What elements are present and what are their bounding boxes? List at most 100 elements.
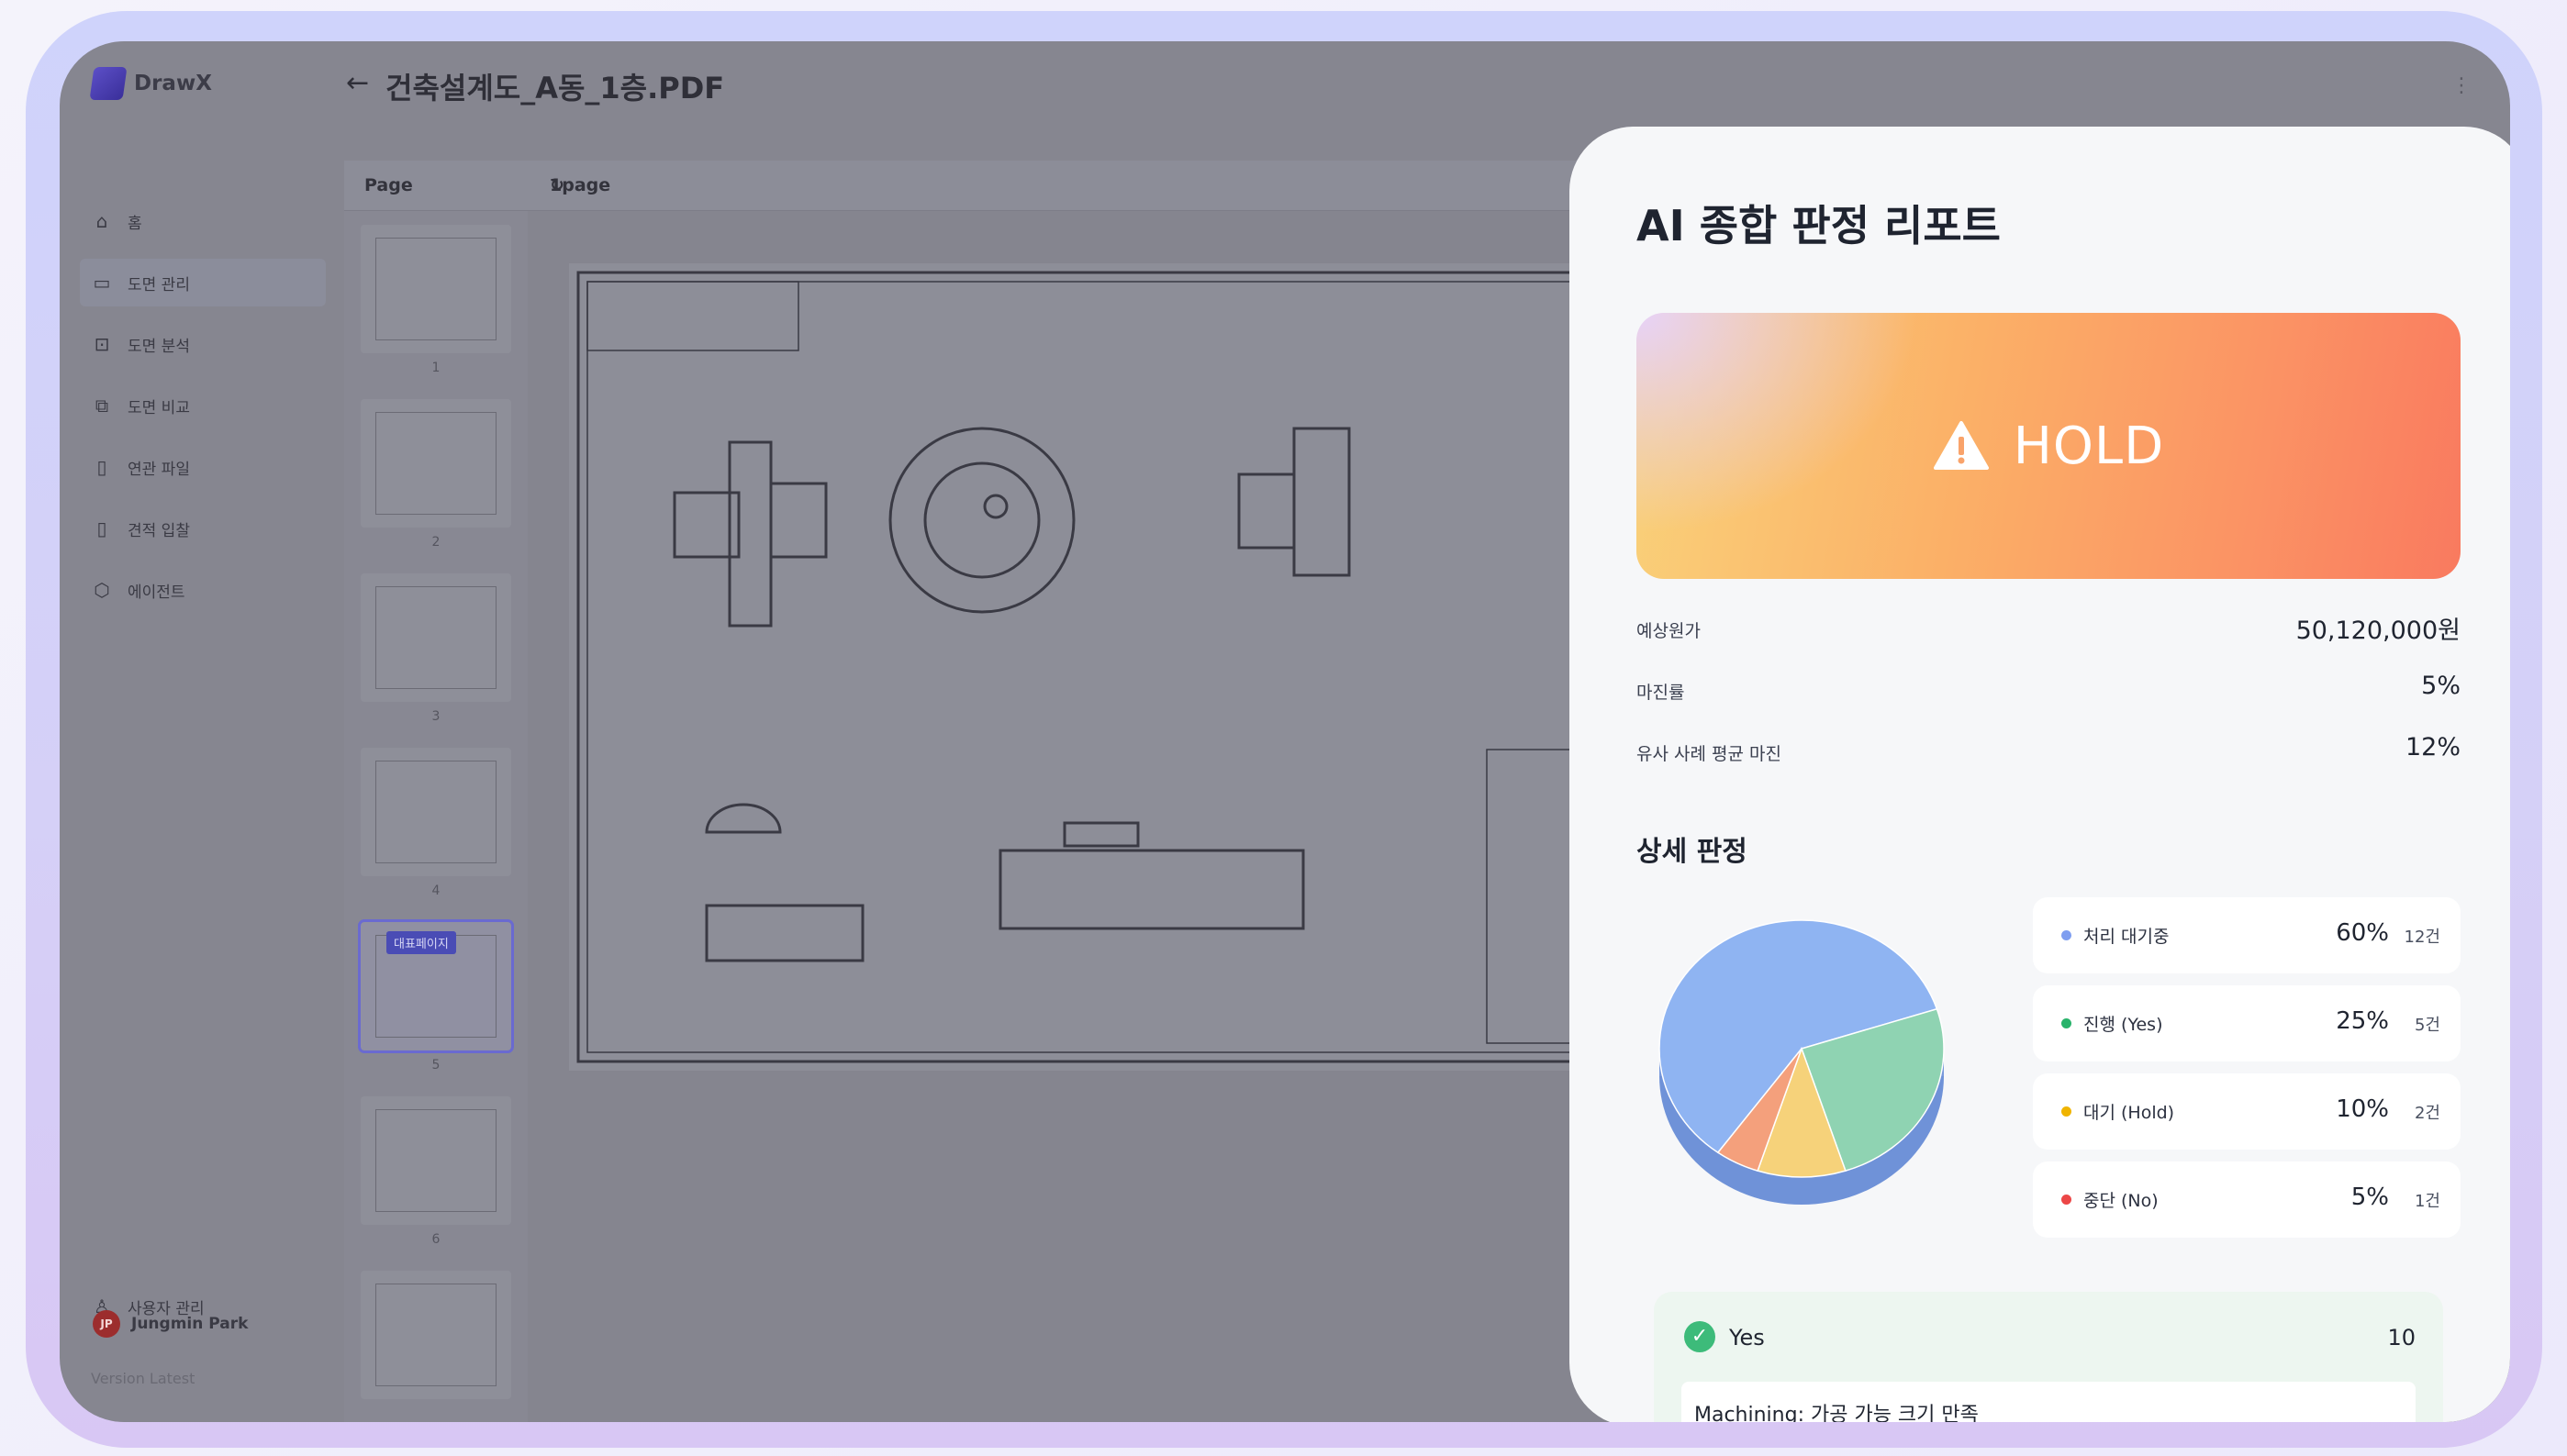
logo-icon <box>89 67 128 100</box>
thumbnail-number: 2 <box>431 535 441 550</box>
page-panel-header: Page <box>344 161 528 211</box>
user-name: Jungmin Park <box>131 1315 249 1333</box>
thumbnail-number: 5 <box>431 1058 441 1073</box>
ai-report-panel: AI 종합 판정 리포트 HOLD 예상원가 50,120,000원 마진률 5… <box>1569 127 2510 1422</box>
legend-dot <box>2061 930 2071 940</box>
status-banner: HOLD <box>1636 313 2461 579</box>
metric-estimated-cost: 예상원가 50,120,000원 <box>1636 608 2461 645</box>
page-thumbnail[interactable] <box>361 1271 511 1399</box>
legend-dot <box>2061 1106 2071 1117</box>
thumbnail-number: 3 <box>431 709 441 724</box>
sidebar: ⌂ 홈 ▭ 도면 관리 ⊡ 도면 분석 ⧉ 도면 비교 ▯ 연관 파일 ▯ 견적… <box>60 133 344 1422</box>
sidebar-item-label: 연관 파일 <box>128 460 190 479</box>
metric-label: 예상원가 <box>1636 621 1701 641</box>
legend-dot <box>2061 1018 2071 1028</box>
pie-chart <box>1636 897 1967 1228</box>
page-thumbnail[interactable] <box>361 573 511 702</box>
reason-text: Machining: 가공 가능 크기 만족 <box>1694 1404 1979 1422</box>
sidebar-item-home[interactable]: ⌂ 홈 <box>80 197 326 245</box>
legend-percent: 10% <box>2336 1095 2389 1123</box>
representative-page-badge: 대표페이지 <box>386 931 456 954</box>
report-title: AI 종합 판정 리포트 <box>1636 201 2001 250</box>
check-icon: ✓ <box>1684 1321 1715 1352</box>
folder-icon: ▭ <box>93 272 111 294</box>
thumbnail-number: 4 <box>431 884 441 898</box>
arrow-left-icon[interactable]: ← <box>346 67 369 99</box>
legend-percent: 60% <box>2336 919 2389 947</box>
sidebar-item-estimate-bid[interactable]: ▯ 견적 입찰 <box>80 505 326 552</box>
legend-count: 1건 <box>2414 1192 2440 1211</box>
compare-icon: ⧉ <box>95 395 109 417</box>
sidebar-item-label: 도면 분석 <box>128 337 190 356</box>
top-bar: DrawX ← 건축설계도_A동_1층.PDF ⋮ <box>60 41 2510 133</box>
file-icon: ▯ <box>96 456 107 478</box>
metric-value: 12% <box>2405 733 2461 761</box>
legend-item-hold[interactable]: 대기 (Hold) 10% 2건 <box>2033 1073 2461 1150</box>
drawing-sheet <box>569 263 1670 1071</box>
thumbnail-drawing <box>375 1284 497 1386</box>
legend-label: 대기 (Hold) <box>2083 1103 2175 1123</box>
logo-text: DrawX <box>134 72 212 95</box>
thumbnail-number: 1 <box>431 361 441 375</box>
thumbnail-number: 6 <box>431 1232 441 1247</box>
page-panel-title: Page <box>364 175 413 195</box>
status-text: HOLD <box>2013 416 2165 476</box>
pie-chart-svg <box>1658 919 1945 1205</box>
technical-drawing <box>576 271 1663 1063</box>
thumbnail-drawing <box>375 1109 497 1212</box>
metric-margin-rate: 마진률 5% <box>1636 670 2461 706</box>
page-thumbnail[interactable] <box>361 225 511 353</box>
legend-item-pending[interactable]: 처리 대기중 60% 12건 <box>2033 897 2461 973</box>
page-thumbnail-selected[interactable]: 대표페이지 <box>358 919 514 1053</box>
legend-label: 처리 대기중 <box>2083 927 2170 947</box>
legend-item-no[interactable]: 중단 (No) 5% 1건 <box>2033 1161 2461 1238</box>
sidebar-item-drawing-analysis[interactable]: ⊡ 도면 분석 <box>80 320 326 368</box>
metric-value: 5% <box>2421 672 2461 700</box>
legend-label: 중단 (No) <box>2083 1191 2159 1211</box>
detail-section-title: 상세 판정 <box>1636 836 1747 868</box>
page-panel: Page 1 2 3 4 대표페이지 5 6 <box>344 161 528 1422</box>
thumbnail-drawing <box>375 412 497 515</box>
home-icon: ⌂ <box>95 210 108 232</box>
agent-icon: ⬡ <box>94 579 110 601</box>
legend-percent: 25% <box>2336 1007 2389 1035</box>
metric-similar-case-margin: 유사 사례 평균 마진 12% <box>1636 731 2461 768</box>
sidebar-item-related-files[interactable]: ▯ 연관 파일 <box>80 443 326 491</box>
sidebar-item-label: 에이전트 <box>128 583 185 602</box>
legend-item-yes[interactable]: 진행 (Yes) 25% 5건 <box>2033 985 2461 1061</box>
legend-percent: 5% <box>2350 1184 2389 1211</box>
page-thumbnail[interactable] <box>361 748 511 876</box>
reason-item: Machining: 가공 가능 크기 만족 <box>1681 1382 2416 1422</box>
app-window: DrawX ← 건축설계도_A동_1층.PDF ⋮ ⌂ 홈 ▭ 도면 관리 ⊡ … <box>60 41 2510 1422</box>
avatar: JP <box>93 1310 120 1338</box>
thumbnail-drawing <box>375 761 497 863</box>
refresh-icon[interactable]: ↻ <box>550 175 564 195</box>
yes-detail-card[interactable]: ✓ Yes 10 Machining: 가공 가능 크기 만족 <box>1654 1292 2443 1422</box>
thumbnail-drawing <box>375 238 497 340</box>
page-thumbnail[interactable] <box>361 399 511 528</box>
legend-count: 5건 <box>2414 1016 2440 1035</box>
legend-label: 진행 (Yes) <box>2083 1015 2163 1035</box>
thumbnail-drawing <box>375 586 497 689</box>
estimate-icon: ▯ <box>96 517 107 539</box>
app-logo[interactable]: DrawX <box>89 67 212 100</box>
sidebar-item-agent[interactable]: ⬡ 에이전트 <box>80 566 326 614</box>
page-thumbnail[interactable] <box>361 1096 511 1225</box>
sidebar-item-label: 도면 비교 <box>128 398 190 417</box>
legend-dot <box>2061 1195 2071 1205</box>
yes-card-count: 10 <box>2387 1325 2416 1350</box>
legend-count: 12건 <box>2404 928 2440 947</box>
sidebar-item-label: 홈 <box>128 214 142 233</box>
metric-value: 50,120,000원 <box>2295 617 2461 645</box>
sidebar-item-label: 견적 입찰 <box>128 521 190 540</box>
analyze-icon: ⊡ <box>94 333 110 355</box>
yes-card-label: Yes <box>1729 1325 1765 1350</box>
sidebar-item-drawing-management[interactable]: ▭ 도면 관리 <box>80 259 326 306</box>
legend-count: 2건 <box>2414 1104 2440 1123</box>
metric-label: 유사 사례 평균 마진 <box>1636 744 1781 764</box>
kebab-icon[interactable]: ⋮ <box>2451 74 2472 97</box>
sidebar-item-label: 도면 관리 <box>128 275 190 295</box>
metric-label: 마진률 <box>1636 683 1685 703</box>
user-profile[interactable]: JP Jungmin Park <box>93 1310 248 1338</box>
sidebar-item-drawing-compare[interactable]: ⧉ 도면 비교 <box>80 382 326 429</box>
